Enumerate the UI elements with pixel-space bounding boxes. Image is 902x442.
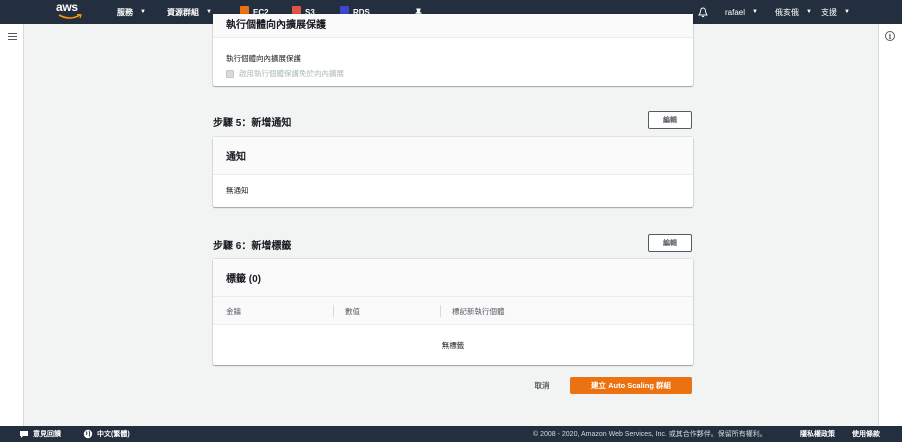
privacy-policy-link[interactable]: 隱私權政策 [800, 426, 835, 442]
field-label: 執行個體向內擴展保護 [226, 54, 301, 63]
speech-bubble-icon [20, 430, 28, 438]
column-divider [440, 305, 441, 317]
bell-icon [698, 7, 708, 17]
menu-icon[interactable] [8, 33, 17, 42]
tags-table-header: 金鑰 數值 標記新執行個體 [213, 297, 693, 325]
chevron-down-icon: ▼ [752, 9, 758, 15]
user-menu[interactable]: rafael ▼ [725, 0, 758, 24]
chevron-down-icon: ▼ [806, 9, 812, 15]
panel-title: 標籤 (0) [213, 259, 693, 297]
notifications-bell[interactable] [698, 0, 708, 24]
left-navigation-rail [0, 24, 24, 426]
checkbox[interactable] [226, 69, 234, 78]
scale-in-protection-checkbox-row[interactable]: 啟用執行個體保護免於向內擴展 [226, 68, 344, 79]
scale-in-protection-panel: 執行個體向內擴展保護 執行個體向內擴展保護 啟用執行個體保護免於向內擴展 [213, 14, 693, 86]
edit-tags-button[interactable]: 編輯 [648, 234, 692, 252]
aws-smile-icon [58, 14, 82, 19]
services-menu[interactable]: 服務 ▼ [117, 0, 146, 24]
footer: 意見回饋 中文(繁體) © 2008 - 2020, Amazon Web Se… [0, 426, 902, 442]
checkbox-label: 啟用執行個體保護免於向內擴展 [239, 69, 344, 78]
cancel-button[interactable]: 取消 [527, 377, 557, 394]
column-header-value: 數值 [345, 306, 360, 316]
column-header-key: 金鑰 [226, 306, 241, 316]
info-icon[interactable]: i [885, 31, 895, 41]
panel-title: 通知 [213, 137, 693, 175]
step-5-title: 步驟 5：新增通知 [213, 118, 292, 129]
tags-panel: 標籤 (0) 金鑰 數值 標記新執行個體 無標籤 [213, 259, 693, 365]
column-divider [333, 305, 334, 317]
resource-groups-menu[interactable]: 資源群組 ▼ [167, 0, 212, 24]
empty-notifications-text: 無通知 [226, 186, 249, 195]
region-menu[interactable]: 俄亥俄 ▼ [775, 0, 812, 24]
step-6-title: 步驟 6：新增標籤 [213, 241, 292, 252]
chevron-down-icon: ▼ [206, 9, 212, 15]
support-menu[interactable]: 支援 ▼ [821, 0, 850, 24]
aws-logo[interactable]: aws [56, 1, 86, 21]
notifications-panel: 通知 無通知 [213, 137, 693, 207]
chevron-down-icon: ▼ [140, 9, 146, 15]
globe-icon [83, 429, 93, 439]
empty-tags-text: 無標籤 [441, 340, 465, 350]
language-selector[interactable]: 中文(繁體) [83, 426, 130, 442]
create-auto-scaling-group-button[interactable]: 建立 Auto Scaling 群組 [570, 377, 692, 394]
terms-of-use-link[interactable]: 使用條款 [852, 426, 880, 442]
column-header-tag-new-instances: 標記新執行個體 [452, 306, 505, 316]
edit-notifications-button[interactable]: 編輯 [648, 111, 692, 129]
chevron-down-icon: ▼ [844, 9, 850, 15]
right-help-rail: i [878, 24, 902, 426]
copyright-text: © 2008 - 2020, Amazon Web Services, Inc.… [533, 431, 767, 438]
feedback-link[interactable]: 意見回饋 [19, 426, 61, 442]
panel-title: 執行個體向內擴展保護 [213, 14, 693, 38]
